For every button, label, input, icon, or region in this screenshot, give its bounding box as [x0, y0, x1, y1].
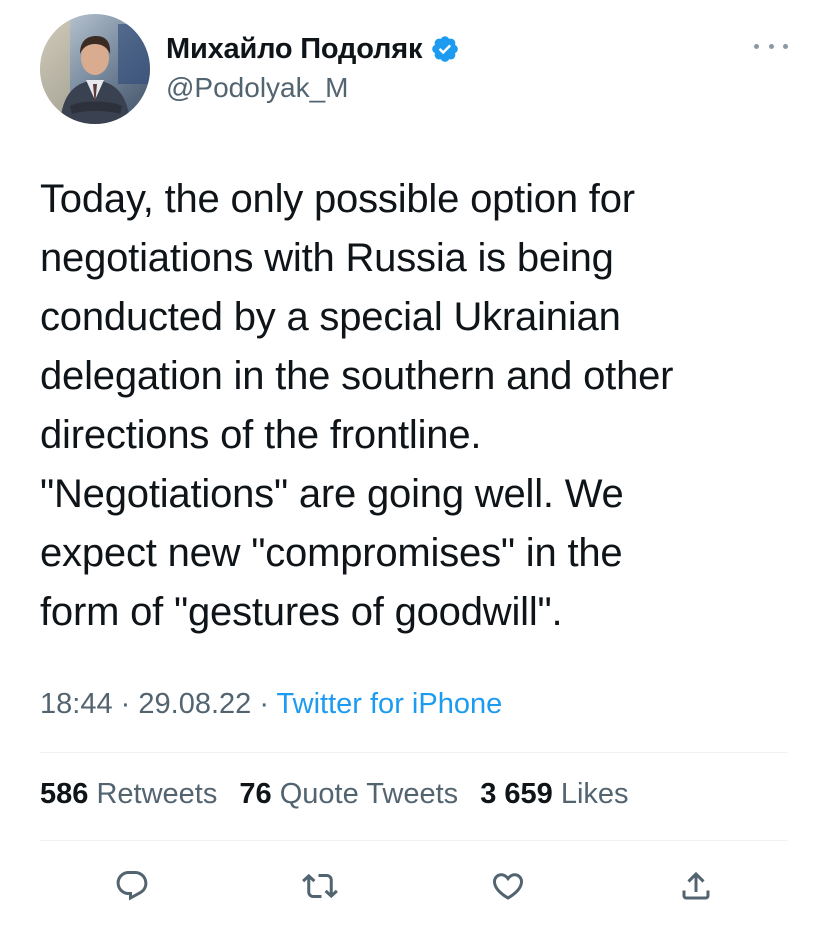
retweet-icon: [302, 873, 338, 899]
quote-tweets-count: 76: [239, 778, 272, 810]
meta-separator: ·: [120, 688, 131, 720]
tweet-text-line: conducted by a special Ukrainian: [40, 295, 621, 339]
tweet-stats: 586 Retweets 76 Quote Tweets 3 659 Likes: [40, 778, 643, 811]
tweet-date[interactable]: 29.08.22: [138, 688, 251, 720]
quote-tweets-stat[interactable]: 76 Quote Tweets: [239, 778, 458, 810]
retweets-stat[interactable]: 586 Retweets: [40, 778, 217, 810]
divider: [40, 752, 788, 753]
share-icon: [682, 871, 710, 900]
more-dot: [754, 43, 759, 49]
tweet-text-line: "Negotiations" are going well. We: [40, 472, 624, 516]
author-avatar[interactable]: [40, 14, 150, 124]
reply-icon: [116, 871, 148, 901]
retweet-button[interactable]: [296, 862, 344, 910]
verified-badge-icon: [430, 34, 460, 64]
author-info: Михайло Подоляк @Podolyak_M: [166, 30, 460, 104]
share-button[interactable]: [672, 862, 720, 910]
quote-tweets-label: Quote Tweets: [279, 778, 459, 810]
tweet-meta: 18:44 · 29.08.22 · Twitter for iPhone: [40, 688, 502, 721]
tweet-text-line: directions of the frontline.: [40, 413, 482, 457]
avatar-photo-icon: [40, 14, 150, 124]
author-handle[interactable]: @Podolyak_M: [166, 72, 460, 104]
tweet-text-line: Today, the only possible option for: [40, 177, 635, 221]
retweets-label: Retweets: [96, 778, 218, 810]
reply-button[interactable]: [108, 862, 156, 910]
divider: [40, 840, 788, 841]
tweet-actions: [0, 862, 828, 910]
tweet-card: Михайло Подоляк @Podolyak_M Today, the o…: [0, 0, 828, 941]
author-name-row: Михайло Подоляк: [166, 30, 460, 68]
author-display-name[interactable]: Михайло Подоляк: [166, 33, 423, 66]
tweet-source-link[interactable]: Twitter for iPhone: [277, 688, 503, 720]
retweets-count: 586: [40, 778, 89, 810]
more-dot: [768, 43, 774, 49]
more-options-icon[interactable]: [754, 36, 788, 56]
more-dot: [783, 43, 788, 49]
likes-count: 3 659: [480, 778, 553, 810]
tweet-text-line: negotiations with Russia is being: [40, 236, 614, 280]
tweet-text-line: expect new "compromises" in the: [40, 531, 623, 575]
tweet-text: Today, the only possible option for nego…: [40, 170, 800, 642]
likes-stat[interactable]: 3 659 Likes: [480, 778, 628, 810]
meta-separator: ·: [259, 688, 269, 720]
tweet-time[interactable]: 18:44: [40, 688, 113, 720]
likes-label: Likes: [560, 778, 629, 810]
like-button[interactable]: [484, 862, 532, 910]
heart-icon: [492, 873, 524, 900]
tweet-text-line: form of "gestures of goodwill".: [40, 590, 563, 634]
tweet-text-line: delegation in the southern and other: [40, 354, 674, 398]
